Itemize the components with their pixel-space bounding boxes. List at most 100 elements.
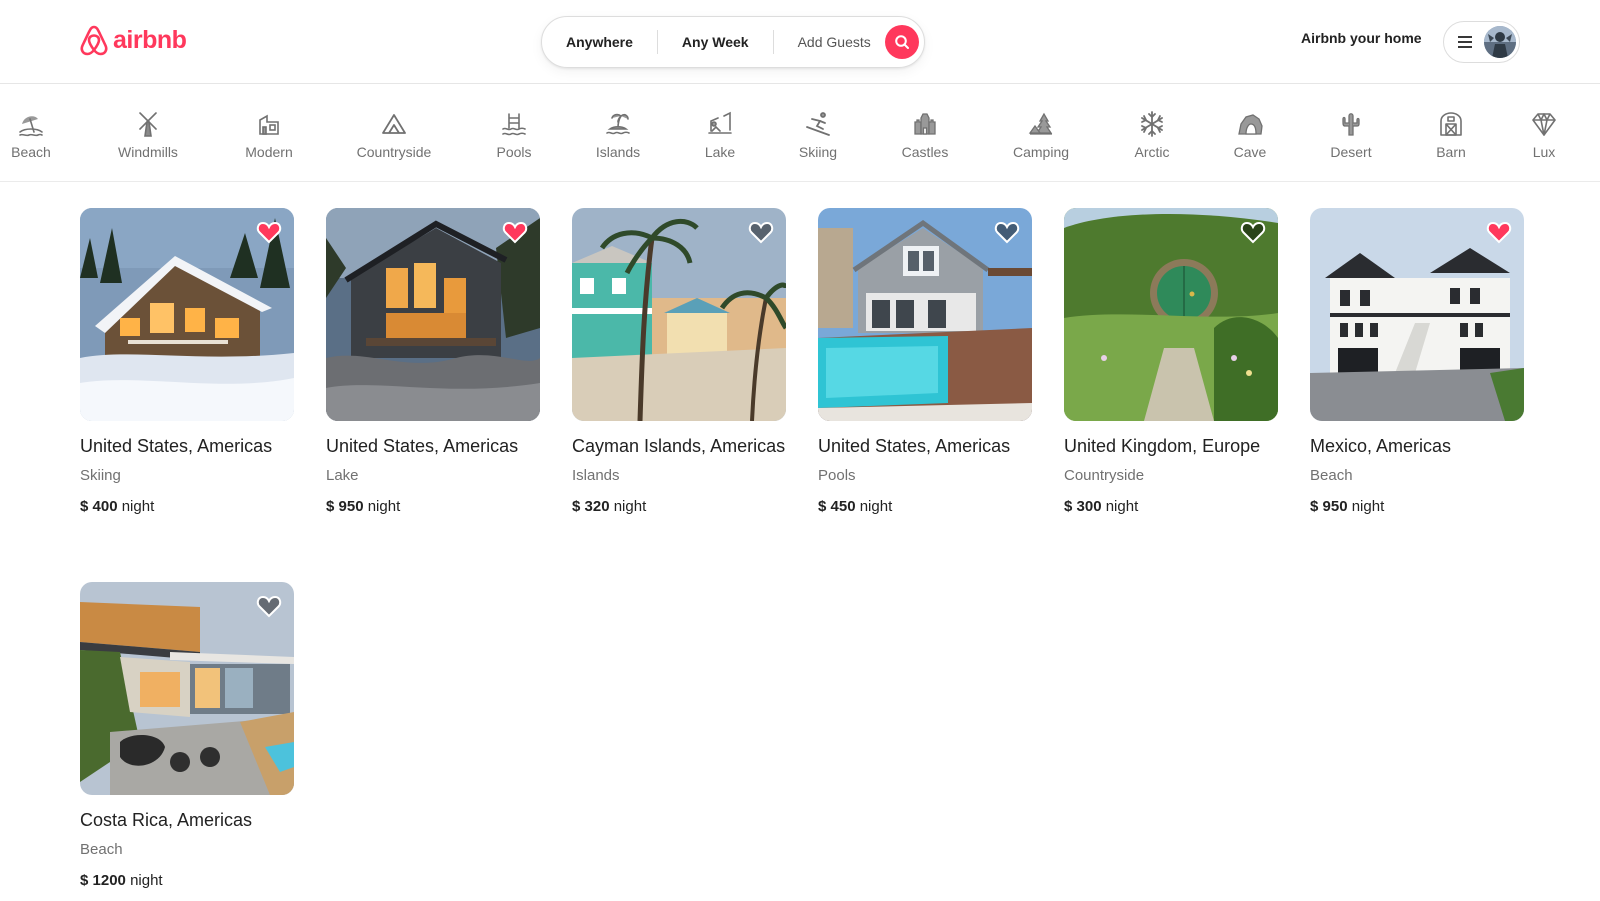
category-lake[interactable]: Lake bbox=[670, 110, 770, 160]
category-label: Islands bbox=[595, 144, 641, 160]
listing-location: United States, Americas bbox=[818, 436, 1011, 456]
category-label: Lake bbox=[704, 144, 736, 160]
price-unit: night bbox=[859, 498, 893, 515]
price-amount: $ 320 bbox=[572, 498, 610, 515]
listing-card[interactable]: United States, Americas Skiing $ 400 nig… bbox=[80, 208, 294, 517]
category-label: Lux bbox=[1532, 144, 1556, 160]
price-unit: night bbox=[130, 872, 163, 889]
listing-category: Countryside bbox=[1064, 467, 1145, 484]
favorite-heart-icon[interactable] bbox=[1486, 220, 1512, 244]
listing-photo[interactable] bbox=[572, 208, 786, 421]
category-islands[interactable]: Islands bbox=[568, 110, 668, 160]
category-desert[interactable]: Desert bbox=[1301, 110, 1401, 160]
anywhere-button[interactable]: Anywhere bbox=[542, 30, 657, 54]
listing-price: $ 320 night bbox=[572, 497, 786, 517]
favorite-heart-icon[interactable] bbox=[502, 220, 528, 244]
listing-price: $ 450 night bbox=[818, 497, 1032, 517]
category-beach[interactable]: Beach bbox=[0, 110, 81, 160]
category-arctic[interactable]: Arctic bbox=[1102, 110, 1202, 160]
category-label: Barn bbox=[1436, 144, 1466, 160]
barn-icon bbox=[1440, 112, 1462, 136]
skiing-icon bbox=[806, 112, 830, 136]
user-menu-button[interactable] bbox=[1443, 21, 1520, 63]
search-icon bbox=[894, 35, 909, 49]
price-unit: night bbox=[1351, 498, 1385, 515]
island-icon bbox=[606, 113, 630, 135]
price-unit: night bbox=[367, 498, 401, 515]
castle-icon bbox=[914, 113, 936, 135]
favorite-heart-icon[interactable] bbox=[256, 220, 282, 244]
lake-icon bbox=[708, 111, 732, 134]
listing-location: Cayman Islands, Americas bbox=[572, 436, 786, 456]
diamond-icon bbox=[1532, 113, 1556, 136]
favorite-heart-icon[interactable] bbox=[748, 220, 774, 244]
listing-category: Beach bbox=[80, 841, 123, 858]
category-label: Cave bbox=[1233, 144, 1267, 160]
price-amount: $ 950 bbox=[326, 498, 364, 515]
listing-price: $ 1200 night bbox=[80, 871, 294, 891]
mountain-icon bbox=[382, 114, 406, 134]
brand-name: airbnb bbox=[113, 25, 187, 54]
category-camping[interactable]: Camping bbox=[991, 110, 1091, 160]
category-lux[interactable]: Lux bbox=[1494, 110, 1594, 160]
category-countryside[interactable]: Countryside bbox=[344, 110, 444, 160]
listing-location: United Kingdom, Europe bbox=[1064, 436, 1261, 456]
listing-photo[interactable] bbox=[80, 582, 294, 795]
listing-category: Beach bbox=[1310, 467, 1353, 484]
listing-photo[interactable] bbox=[818, 208, 1032, 421]
listing-photo[interactable] bbox=[326, 208, 540, 421]
user-avatar bbox=[1484, 26, 1516, 58]
category-windmills[interactable]: Windmills bbox=[98, 110, 198, 160]
listing-location: Costa Rica, Americas bbox=[80, 810, 253, 830]
price-unit: night bbox=[1105, 498, 1139, 515]
price-amount: $ 450 bbox=[818, 498, 856, 515]
category-modern[interactable]: Modern bbox=[219, 110, 319, 160]
listing-category: Lake bbox=[326, 467, 359, 484]
listing-photo[interactable] bbox=[80, 208, 294, 421]
airbnb-logo[interactable]: airbnb bbox=[79, 24, 187, 56]
beach-icon bbox=[19, 116, 43, 137]
listing-price: $ 400 night bbox=[80, 497, 294, 517]
listing-location: United States, Americas bbox=[80, 436, 273, 456]
favorite-heart-icon[interactable] bbox=[1240, 220, 1266, 244]
top-header: airbnb Anywhere Any Week Add Guests Airb… bbox=[0, 0, 1600, 84]
category-castles[interactable]: Castles bbox=[875, 110, 975, 160]
price-amount: $ 300 bbox=[1064, 498, 1102, 515]
category-label: Camping bbox=[1012, 144, 1070, 160]
price-unit: night bbox=[613, 498, 647, 515]
any-week-button[interactable]: Any Week bbox=[658, 30, 773, 54]
category-barn[interactable]: Barn bbox=[1401, 110, 1501, 160]
snowflake-icon bbox=[1141, 111, 1163, 137]
category-cave[interactable]: Cave bbox=[1200, 110, 1300, 160]
category-skiing[interactable]: Skiing bbox=[768, 110, 868, 160]
airbnb-your-home-link[interactable]: Airbnb your home bbox=[1301, 30, 1422, 46]
category-label: Castles bbox=[901, 144, 949, 160]
listing-category: Skiing bbox=[80, 467, 121, 484]
category-bar: Beach Windmills Modern Countryside Pools… bbox=[0, 84, 1600, 182]
listing-card[interactable]: Mexico, Americas Beach $ 950 night bbox=[1310, 208, 1524, 517]
listing-photo[interactable] bbox=[1310, 208, 1524, 421]
listing-card[interactable]: United States, Americas Lake $ 950 night bbox=[326, 208, 540, 517]
search-button[interactable] bbox=[884, 25, 919, 59]
price-amount: $ 1200 bbox=[80, 872, 126, 889]
search-bar[interactable]: Anywhere Any Week Add Guests bbox=[541, 16, 925, 68]
hamburger-icon bbox=[1458, 36, 1472, 48]
cactus-icon bbox=[1342, 113, 1360, 136]
favorite-heart-icon[interactable] bbox=[256, 594, 282, 618]
listing-price: $ 950 night bbox=[1310, 497, 1524, 517]
add-guests-button[interactable]: Add Guests bbox=[774, 30, 883, 54]
listing-price: $ 300 night bbox=[1064, 497, 1278, 517]
category-label: Arctic bbox=[1134, 144, 1170, 160]
listing-photo[interactable] bbox=[1064, 208, 1278, 421]
listing-location: Mexico, Americas bbox=[1310, 436, 1452, 456]
windmill-icon bbox=[139, 112, 157, 137]
listing-card[interactable]: Costa Rica, Americas Beach $ 1200 night bbox=[80, 582, 294, 891]
cave-icon bbox=[1238, 114, 1263, 135]
favorite-heart-icon[interactable] bbox=[994, 220, 1020, 244]
listing-card[interactable]: Cayman Islands, Americas Islands $ 320 n… bbox=[572, 208, 786, 517]
listing-price: $ 950 night bbox=[326, 497, 540, 517]
listing-card[interactable]: United States, Americas Pools $ 450 nigh… bbox=[818, 208, 1032, 517]
listing-location: United States, Americas bbox=[326, 436, 519, 456]
category-pools[interactable]: Pools bbox=[464, 110, 564, 160]
listing-card[interactable]: United Kingdom, Europe Countryside $ 300… bbox=[1064, 208, 1278, 517]
